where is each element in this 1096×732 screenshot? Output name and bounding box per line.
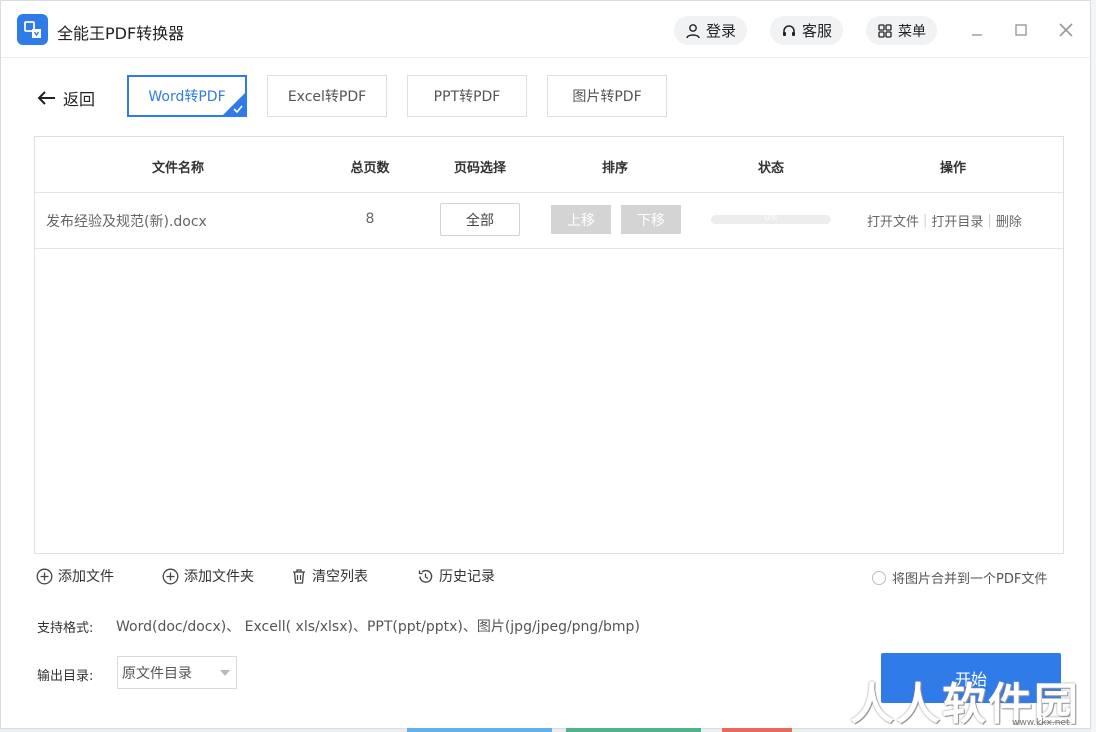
arrow-left-icon [37, 91, 55, 105]
tab-word-to-pdf[interactable]: Word转PDF [127, 75, 247, 117]
separator: | [987, 213, 992, 228]
service-button[interactable]: 客服 [770, 16, 844, 45]
header-status: 状态 [757, 161, 784, 176]
add-folder-label: 添加文件夹 [184, 569, 254, 585]
supported-formats: Word(doc/docx)、 Excell( xls/xlsx)、PPT(pp… [116, 619, 640, 635]
page-count: 8 [365, 211, 375, 227]
open-file-link[interactable]: 打开文件 [867, 211, 919, 230]
menu-label: 菜单 [898, 23, 926, 40]
menu-button[interactable]: 菜单 [866, 16, 937, 45]
delete-link[interactable]: 删除 [996, 211, 1022, 230]
tab-label: 图片转PDF [572, 89, 642, 105]
header-sort: 排序 [601, 161, 628, 176]
history-button[interactable]: 历史记录 [417, 566, 495, 586]
background-fragment [722, 728, 792, 732]
app-logo-icon [17, 14, 48, 45]
plus-circle-icon [162, 568, 179, 584]
add-file-button[interactable]: 添加文件 [36, 566, 114, 586]
row-actions: 打开文件 | 打开目录 | 删除 [867, 211, 1022, 230]
title-bar: 全能王PDF转换器 登录 客服 菜单 [1, 1, 1090, 58]
login-button[interactable]: 登录 [674, 16, 748, 45]
header-file-name: 文件名称 [151, 161, 204, 176]
move-down-button[interactable]: 下移 [621, 205, 681, 234]
merge-radio[interactable] [872, 570, 886, 585]
history-icon [418, 569, 433, 583]
close-icon [1059, 23, 1073, 37]
check-icon [233, 105, 243, 114]
back-button[interactable]: 返回 [37, 86, 95, 110]
app-title: 全能王PDF转换器 [57, 24, 185, 43]
history-label: 历史记录 [439, 569, 495, 585]
merge-images-option[interactable]: 将图片合并到一个PDF文件 [872, 568, 1047, 587]
clear-list-label: 清空列表 [312, 569, 368, 585]
move-up-button[interactable]: 上移 [551, 205, 611, 234]
header-page-select: 页码选择 [453, 161, 506, 176]
page-select-button[interactable]: 全部 [440, 203, 520, 236]
watermark-url: www.kkx.net [1012, 718, 1070, 728]
maximize-button[interactable] [1010, 19, 1032, 41]
tab-label: Excel转PDF [287, 89, 367, 105]
formats-label: 支持格式: [37, 621, 94, 636]
open-folder-link[interactable]: 打开目录 [931, 211, 983, 230]
clear-list-button[interactable]: 清空列表 [291, 566, 368, 586]
app-window: 全能王PDF转换器 登录 客服 菜单 返回 Word转PDF Excel转PDF… [0, 0, 1091, 729]
tab-image-to-pdf[interactable]: 图片转PDF [547, 75, 667, 117]
login-label: 登录 [706, 22, 737, 40]
grid-icon [878, 23, 892, 38]
file-name: 发布经验及规范(新).docx [46, 214, 207, 230]
back-label: 返回 [63, 90, 96, 109]
minimize-icon [972, 34, 982, 36]
tab-ppt-to-pdf[interactable]: PPT转PDF [407, 75, 527, 117]
progress-text: 0% [764, 213, 778, 222]
separator: | [923, 213, 928, 228]
table-header: 文件名称 总页数 页码选择 排序 状态 操作 [35, 137, 1063, 193]
header-total-pages: 总页数 [350, 161, 390, 176]
tab-label: PPT转PDF [433, 89, 501, 105]
background-fragment [566, 728, 701, 732]
add-folder-button[interactable]: 添加文件夹 [162, 566, 254, 586]
chevron-down-icon [220, 670, 230, 676]
trash-icon [293, 568, 305, 584]
plus-circle-icon [36, 568, 53, 584]
output-dir-value: 原文件目录 [122, 665, 192, 682]
output-dir-select[interactable]: 原文件目录 [117, 656, 237, 689]
add-file-label: 添加文件 [58, 569, 114, 585]
tab-excel-to-pdf[interactable]: Excel转PDF [267, 75, 387, 117]
output-dir-label: 输出目录: [37, 669, 94, 684]
user-icon [686, 23, 700, 38]
service-label: 客服 [802, 22, 833, 40]
maximize-icon [1015, 24, 1027, 36]
progress-bar: 0% [711, 213, 831, 224]
minimize-button[interactable] [966, 19, 988, 41]
close-button[interactable] [1055, 19, 1077, 41]
header-actions: 操作 [939, 161, 966, 176]
headset-icon [783, 24, 795, 36]
tab-label: Word转PDF [148, 89, 226, 105]
background-strip [1091, 0, 1096, 732]
merge-label: 将图片合并到一个PDF文件 [892, 572, 1048, 587]
background-fragment [407, 728, 552, 732]
file-table: 文件名称 总页数 页码选择 排序 状态 操作 发布经验及规范(新).docx 8… [34, 136, 1064, 554]
table-row: 发布经验及规范(新).docx 8 全部 上移 下移 0% 打开文件 | 打开目… [35, 193, 1063, 249]
